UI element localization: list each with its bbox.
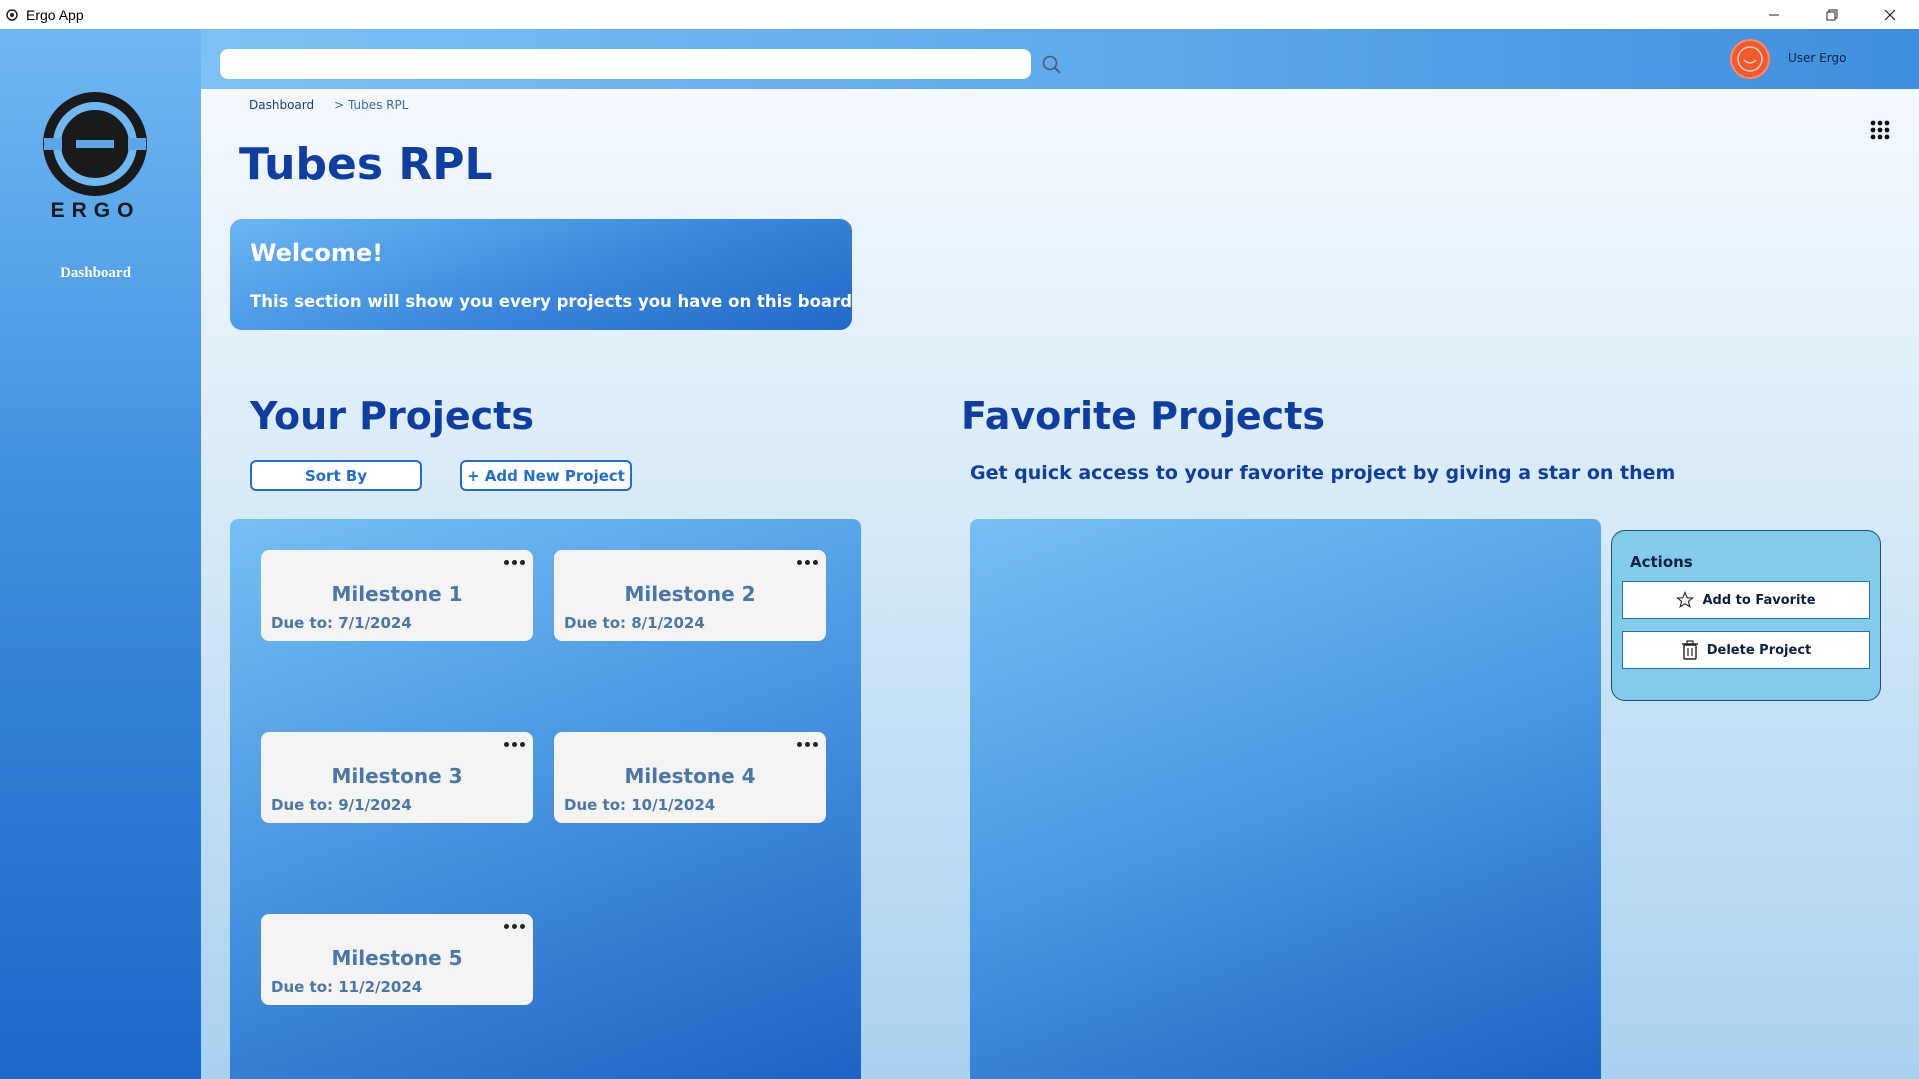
project-due-date: Due to: 7/1/2024 (271, 614, 412, 632)
logo-text: ERGO (50, 199, 141, 222)
favorite-projects-title: Favorite Projects (961, 394, 1325, 438)
project-card-milestone-4[interactable]: Milestone 4 Due to: 10/1/2024 (554, 732, 826, 823)
avatar[interactable] (1730, 39, 1770, 79)
window-title: Ergo App (26, 6, 84, 23)
add-to-favorite-label: Add to Favorite (1702, 592, 1816, 608)
minimize-icon (1769, 14, 1779, 15)
search-icon[interactable] (1041, 54, 1063, 76)
favorite-projects-subtitle: Get quick access to your favorite projec… (970, 462, 1676, 484)
close-icon (1884, 9, 1896, 20)
project-due-date: Due to: 10/1/2024 (564, 796, 716, 814)
app-icon (6, 8, 18, 21)
window-titlebar: Ergo App (0, 0, 1919, 29)
project-card-milestone-2[interactable]: Milestone 2 Due to: 8/1/2024 (554, 550, 826, 641)
breadcrumb: Dashboard > Tubes RPL (249, 98, 408, 112)
project-name: Milestone 5 (331, 946, 463, 970)
project-name: Milestone 2 (624, 582, 756, 606)
minimize-button[interactable] (1745, 0, 1803, 29)
star-icon (1676, 591, 1695, 608)
sort-by-button[interactable]: Sort By (250, 460, 422, 491)
project-due-date: Due to: 8/1/2024 (564, 614, 705, 632)
add-to-favorite-button[interactable]: Add to Favorite (1622, 581, 1870, 619)
project-name: Milestone 3 (331, 764, 463, 788)
breadcrumb-current: > Tubes RPL (334, 98, 409, 112)
user-name[interactable]: User Ergo (1788, 51, 1846, 65)
welcome-banner: Welcome! This section will show you ever… (230, 219, 852, 330)
more-dots-icon[interactable] (503, 556, 525, 568)
project-card-milestone-3[interactable]: Milestone 3 Due to: 9/1/2024 (261, 732, 533, 823)
project-name: Milestone 4 (624, 764, 756, 788)
projects-panel: Milestone 1 Due to: 7/1/2024 Milestone 2… (230, 519, 861, 1079)
project-name: Milestone 1 (331, 582, 463, 606)
more-dots-icon[interactable] (796, 556, 818, 568)
more-dots-icon[interactable] (796, 738, 818, 750)
project-card-milestone-1[interactable]: Milestone 1 Due to: 7/1/2024 (261, 550, 533, 641)
top-header: User Ergo (201, 29, 1919, 89)
actions-title: Actions (1630, 553, 1693, 571)
search-input[interactable] (220, 49, 1031, 79)
trash-icon (1681, 640, 1698, 660)
restore-icon (1826, 9, 1838, 20)
restore-button[interactable] (1803, 0, 1861, 29)
more-dots-icon[interactable] (503, 738, 525, 750)
grid-apps-icon[interactable] (1869, 119, 1891, 141)
sidebar: ERGO Dashboard (0, 29, 201, 1079)
project-due-date: Due to: 11/2/2024 (271, 978, 423, 996)
delete-project-label: Delete Project (1706, 642, 1812, 658)
page-title: Tubes RPL (239, 139, 493, 190)
add-new-project-button[interactable]: + Add New Project (460, 460, 632, 491)
window-controls (1745, 0, 1919, 29)
favorite-projects-panel (970, 519, 1601, 1079)
breadcrumb-dashboard-link[interactable]: Dashboard (249, 98, 314, 112)
delete-project-button[interactable]: Delete Project (1622, 631, 1870, 669)
project-due-date: Due to: 9/1/2024 (271, 796, 412, 814)
welcome-text: This section will show you every project… (250, 292, 853, 311)
welcome-title: Welcome! (250, 239, 384, 267)
sidebar-item-dashboard[interactable]: Dashboard (0, 265, 191, 282)
close-button[interactable] (1861, 0, 1919, 29)
ergo-logo-icon (43, 92, 147, 196)
your-projects-title: Your Projects (250, 394, 534, 438)
more-dots-icon[interactable] (503, 920, 525, 932)
actions-panel: Actions Add to Favorite Delete Project (1611, 530, 1881, 701)
avatar-smiley-icon (1737, 46, 1763, 72)
project-card-milestone-5[interactable]: Milestone 5 Due to: 11/2/2024 (261, 914, 533, 1005)
main-content: Dashboard > Tubes RPL Tubes RPL Welcome!… (201, 89, 1919, 1079)
